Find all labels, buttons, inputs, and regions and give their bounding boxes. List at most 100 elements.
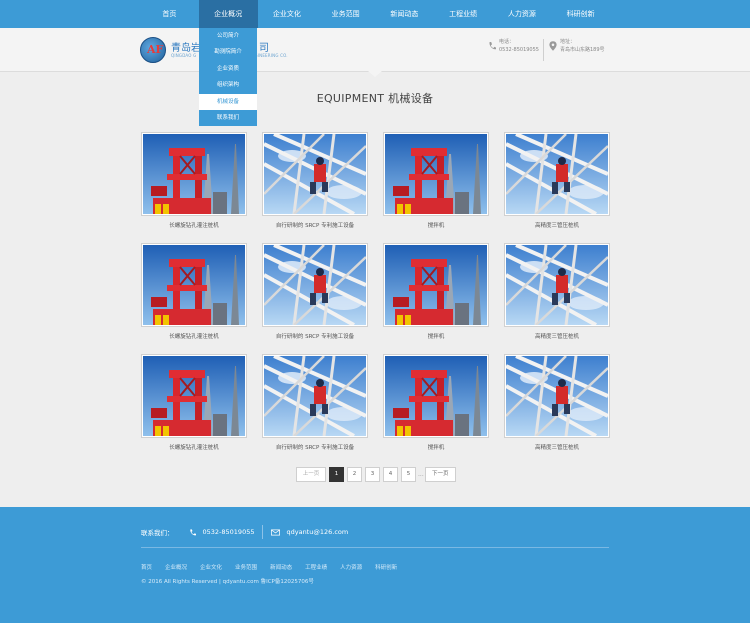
equipment-thumbnail[interactable] xyxy=(383,243,489,327)
page-number-button[interactable]: 5 xyxy=(401,467,416,482)
equipment-caption[interactable]: 自行研制的 SRCP 专利施工设备 xyxy=(262,443,368,451)
phone-icon xyxy=(489,42,496,50)
equipment-thumbnail[interactable] xyxy=(262,243,368,327)
equipment-card[interactable]: 长螺旋钻孔灌注桩机 xyxy=(141,132,247,229)
header-phone: 电话： 0532-85019055 xyxy=(488,38,539,54)
equipment-caption[interactable]: 自行研制的 SRCP 专利施工设备 xyxy=(262,332,368,340)
phone-label: 电话： xyxy=(499,39,515,45)
equipment-grid: 长螺旋钻孔灌注桩机 自行研制的 SRCP 专利施工设备 搅拌机 高精度三管压桩机 长螺旋… xyxy=(141,132,611,452)
equipment-caption[interactable]: 搅拌机 xyxy=(383,221,489,229)
address-label: 地址： xyxy=(560,39,576,45)
nav-item[interactable]: 新闻动态 xyxy=(375,0,434,28)
footer-contact: 联系我们： 0532-85019055 qdyantu@126.com xyxy=(141,525,348,539)
equipment-thumbnail[interactable] xyxy=(383,132,489,216)
about-dropdown-menu: 公司简介 勘测院简介 企业资质 组织架构 机械设备 联系我们 xyxy=(199,28,257,127)
equipment-card[interactable]: 自行研制的 SRCP 专利施工设备 xyxy=(262,243,368,340)
page-number-button[interactable]: 4 xyxy=(383,467,398,482)
nav-item[interactable]: 首页 xyxy=(140,0,199,28)
equipment-card[interactable]: 长螺旋钻孔灌注桩机 xyxy=(141,354,247,451)
steel-frame-photo xyxy=(264,134,366,214)
steel-frame-photo xyxy=(264,245,366,325)
equipment-card[interactable]: 自行研制的 SRCP 专利施工设备 xyxy=(262,354,368,451)
equipment-thumbnail[interactable] xyxy=(262,132,368,216)
nav-item[interactable]: 业务范围 xyxy=(316,0,375,28)
equipment-thumbnail[interactable] xyxy=(262,354,368,438)
equipment-card[interactable]: 搅拌机 xyxy=(383,243,489,340)
phone-number: 0532-85019055 xyxy=(499,47,539,53)
equipment-caption[interactable]: 搅拌机 xyxy=(383,443,489,451)
prev-page-button[interactable]: 上一页 xyxy=(296,467,326,482)
address-text: 青岛市山东路189号 xyxy=(560,47,605,53)
equipment-caption[interactable]: 自行研制的 SRCP 专利施工设备 xyxy=(262,221,368,229)
equipment-card[interactable]: 高精度三管压桩机 xyxy=(504,354,610,451)
steel-frame-photo xyxy=(506,356,608,436)
phone-icon xyxy=(189,528,196,535)
equipment-card[interactable]: 搅拌机 xyxy=(383,132,489,229)
footer-email[interactable]: qdyantu@126.com xyxy=(271,528,348,536)
site-header: AF 青岛岩司 QINGDAO GY ENGINEERING CO. 电话： 0… xyxy=(0,28,750,77)
footer-link[interactable]: 企业概况 xyxy=(165,563,187,571)
dropdown-item[interactable]: 机械设备 xyxy=(199,93,257,110)
equipment-caption[interactable]: 长螺旋钻孔灌注桩机 xyxy=(141,443,247,451)
next-page-button[interactable]: 下一页 xyxy=(424,467,456,482)
drilling-rig-photo xyxy=(385,356,487,436)
page-number-button[interactable]: 1 xyxy=(329,467,344,482)
footer-copyright: © 2016 All Rights Reserved | qdyantu.com… xyxy=(141,579,314,585)
equipment-thumbnail[interactable] xyxy=(383,354,489,438)
dropdown-item[interactable]: 组织架构 xyxy=(199,77,257,93)
dropdown-item[interactable]: 勘测院简介 xyxy=(199,44,257,60)
drilling-rig-photo xyxy=(385,245,487,325)
location-pin-icon xyxy=(549,41,557,51)
dropdown-item[interactable]: 公司简介 xyxy=(199,28,257,44)
footer-link[interactable]: 人力资源 xyxy=(340,563,362,571)
drilling-rig-photo xyxy=(143,245,245,325)
footer-link[interactable]: 首页 xyxy=(141,563,152,571)
pagination-ellipsis: ... xyxy=(418,471,424,478)
nav-item[interactable]: 企业文化 xyxy=(258,0,317,28)
drilling-rig-photo xyxy=(385,134,487,214)
dropdown-item[interactable]: 企业资质 xyxy=(199,61,257,77)
site-footer: 联系我们： 0532-85019055 qdyantu@126.com 首页 企业… xyxy=(0,507,750,623)
nav-item[interactable]: 企业概况 xyxy=(198,0,258,28)
equipment-card[interactable]: 高精度三管压桩机 xyxy=(504,243,610,340)
nav-list: 首页 企业概况 企业文化 业务范围 新闻动态 工程业绩 人力资源 科研创新 xyxy=(140,0,610,28)
equipment-card[interactable]: 高精度三管压桩机 xyxy=(504,132,610,229)
footer-email-address: qdyantu@126.com xyxy=(286,528,349,536)
steel-frame-photo xyxy=(506,245,608,325)
equipment-caption[interactable]: 高精度三管压桩机 xyxy=(504,443,610,451)
equipment-thumbnail[interactable] xyxy=(504,132,610,216)
footer-link[interactable]: 工程业绩 xyxy=(305,563,327,571)
equipment-caption[interactable]: 高精度三管压桩机 xyxy=(504,332,610,340)
nav-item[interactable]: 工程业绩 xyxy=(434,0,493,28)
nav-item[interactable]: 科研创新 xyxy=(551,0,610,28)
footer-link[interactable]: 科研创新 xyxy=(375,563,397,571)
equipment-card[interactable]: 长螺旋钻孔灌注桩机 xyxy=(141,243,247,340)
equipment-caption[interactable]: 搅拌机 xyxy=(383,332,489,340)
nav-item[interactable]: 人力资源 xyxy=(493,0,552,28)
footer-phone: 0532-85019055 xyxy=(188,528,254,536)
company-sub-left: QINGDAO G xyxy=(171,53,197,58)
equipment-caption[interactable]: 长螺旋钻孔灌注桩机 xyxy=(141,332,247,340)
equipment-thumbnail[interactable] xyxy=(504,243,610,327)
equipment-thumbnail[interactable] xyxy=(141,132,247,216)
equipment-caption[interactable]: 长螺旋钻孔灌注桩机 xyxy=(141,221,247,229)
steel-frame-photo xyxy=(506,134,608,214)
equipment-thumbnail[interactable] xyxy=(141,354,247,438)
equipment-card[interactable]: 搅拌机 xyxy=(383,354,489,451)
equipment-caption[interactable]: 高精度三管压桩机 xyxy=(504,221,610,229)
header-divider xyxy=(543,39,544,61)
footer-link[interactable]: 业务范围 xyxy=(235,563,257,571)
drilling-rig-photo xyxy=(143,356,245,436)
page-number-button[interactable]: 3 xyxy=(365,467,380,482)
footer-link[interactable]: 新闻动态 xyxy=(270,563,292,571)
page-title: EQUIPMENT 机械设备 xyxy=(316,92,434,105)
equipment-thumbnail[interactable] xyxy=(504,354,610,438)
steel-frame-photo xyxy=(264,356,366,436)
equipment-card[interactable]: 自行研制的 SRCP 专利施工设备 xyxy=(262,132,368,229)
company-logo[interactable]: AF xyxy=(140,37,166,63)
dropdown-item[interactable]: 联系我们 xyxy=(199,110,257,126)
equipment-thumbnail[interactable] xyxy=(141,243,247,327)
mail-icon xyxy=(271,529,281,535)
footer-link[interactable]: 企业文化 xyxy=(200,563,222,571)
page-number-button[interactable]: 2 xyxy=(347,467,362,482)
